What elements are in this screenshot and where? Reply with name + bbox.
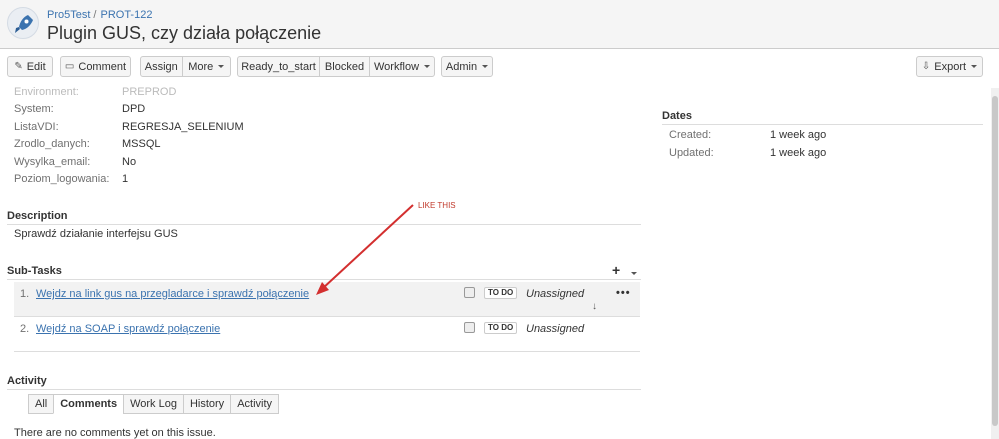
admin-dropdown-label: Admin — [445, 60, 478, 73]
breadcrumb-issue-link[interactable]: PROT-122 — [100, 9, 152, 21]
arrow-down-icon[interactable]: ↓ — [592, 301, 597, 312]
field-value-zrodlo-danych: MSSQL — [122, 138, 161, 150]
subtask-link[interactable]: Wejdź na SOAP i sprawdź połączenie — [36, 323, 220, 335]
created-value: 1 week ago — [770, 129, 827, 141]
comment-button-label: Comment — [78, 60, 127, 73]
annotation-label: LIKE THIS — [418, 201, 456, 210]
field-label-wysylka-email: Wysylka_email: — [14, 156, 91, 168]
chevron-down-icon — [971, 65, 978, 68]
subtask-number: 2. — [20, 323, 30, 335]
workflow-dropdown[interactable]: Workflow — [370, 57, 434, 76]
updated-label: Updated: — [669, 147, 714, 159]
dates-divider — [662, 124, 983, 125]
scrollbar-thumb[interactable] — [992, 96, 998, 426]
updated-value: 1 week ago — [770, 147, 827, 159]
edit-button-label: Edit — [26, 60, 46, 73]
subtask-row-divider — [14, 351, 640, 352]
description-text: Sprawdź działanie interfejsu GUS — [14, 228, 178, 240]
subtasks-divider — [7, 279, 641, 280]
admin-dropdown[interactable]: Admin — [441, 56, 493, 77]
field-value-system: DPD — [122, 103, 146, 115]
breadcrumb: Pro5Test / PROT-122 — [47, 9, 152, 21]
breadcrumb-project-link[interactable]: Pro5Test — [47, 9, 90, 21]
workflow-group: Ready_to_start Blocked Workflow — [237, 56, 435, 77]
subtasks-heading: Sub-Tasks — [7, 265, 62, 277]
tab-activity[interactable]: Activity — [230, 394, 280, 414]
tab-history[interactable]: History — [182, 394, 231, 414]
field-label-environment: Environment: — [14, 86, 79, 98]
description-divider — [7, 224, 641, 225]
issue-header: Pro5Test / PROT-122 Plugin GUS, czy działa… — [0, 0, 999, 49]
speech-bubble-icon: ▭ — [64, 61, 75, 72]
subtask-row[interactable]: 1. Wejdz na link gus na przegladarce i s… — [14, 282, 640, 317]
more-actions-icon[interactable]: ••• — [616, 287, 631, 299]
created-label: Created: — [669, 129, 712, 141]
tab-comments[interactable]: Comments — [53, 394, 124, 414]
issue-toolbar: ✎ Edit ▭ Comment Assign More Ready_to_star… — [0, 56, 999, 78]
subtask-row[interactable]: 2. Wejdź na SOAP i sprawdź połączenie TO… — [14, 317, 640, 352]
blocked-button[interactable]: Blocked — [320, 57, 370, 76]
subtask-options-chevron-icon[interactable] — [629, 266, 639, 276]
tab-work-log[interactable]: Work Log — [123, 394, 183, 414]
activity-tabs: All Comments Work Log History Activity — [28, 394, 280, 414]
workflow-dropdown-label: Workflow — [373, 60, 420, 73]
status-badge: TO DO — [484, 322, 518, 334]
field-value-listavdi: REGRESJA_SELENIUM — [122, 121, 244, 133]
edit-button[interactable]: ✎ Edit — [7, 56, 53, 77]
field-value-poziom-logowania: 1 — [122, 173, 129, 185]
activity-divider — [7, 389, 641, 390]
rocket-icon — [15, 15, 33, 33]
subtask-assignee: Unassigned — [526, 288, 585, 300]
comment-button[interactable]: ▭ Comment — [60, 56, 131, 77]
chevron-down-icon — [482, 65, 489, 68]
page-scrollbar[interactable] — [991, 88, 999, 439]
chevron-down-icon — [218, 65, 225, 68]
assign-more-group: Assign More — [140, 56, 231, 77]
tab-all[interactable]: All — [28, 394, 54, 414]
field-label-listavdi: ListaVDI: — [14, 121, 59, 133]
breadcrumb-separator: / — [93, 9, 97, 21]
dates-heading: Dates — [662, 110, 692, 122]
export-dropdown[interactable]: ⇩ Export — [916, 56, 983, 77]
chevron-down-icon — [424, 65, 431, 68]
subtask-type-icon — [464, 322, 475, 333]
assign-button[interactable]: Assign — [141, 57, 183, 76]
export-icon: ⇩ — [921, 61, 931, 72]
no-comments-text: There are no comments yet on this issue. — [14, 427, 216, 439]
more-dropdown[interactable]: More — [183, 57, 230, 76]
subtask-assignee: Unassigned — [526, 323, 585, 335]
pencil-icon: ✎ — [14, 61, 23, 72]
page-title: Plugin GUS, czy działa połączenie — [47, 23, 322, 43]
project-avatar[interactable] — [7, 7, 39, 39]
description-heading: Description — [7, 210, 68, 222]
field-value-wysylka-email: No — [122, 156, 137, 168]
field-label-zrodlo-danych: Zrodlo_danych: — [14, 138, 90, 150]
add-subtask-icon[interactable]: + — [612, 262, 620, 278]
field-value-environment: PREPROD — [122, 86, 177, 98]
field-label-poziom-logowania: Poziom_logowania: — [14, 173, 110, 185]
subtask-link[interactable]: Wejdz na link gus na przegladarce i spra… — [36, 288, 309, 300]
field-label-system: System: — [14, 103, 54, 115]
status-badge: TO DO — [484, 287, 518, 299]
subtask-number: 1. — [20, 288, 30, 300]
ready-to-start-button[interactable]: Ready_to_start — [238, 57, 320, 76]
export-dropdown-label: Export — [934, 60, 967, 73]
subtask-type-icon — [464, 287, 475, 298]
activity-heading: Activity — [7, 375, 47, 387]
more-dropdown-label: More — [188, 60, 214, 73]
